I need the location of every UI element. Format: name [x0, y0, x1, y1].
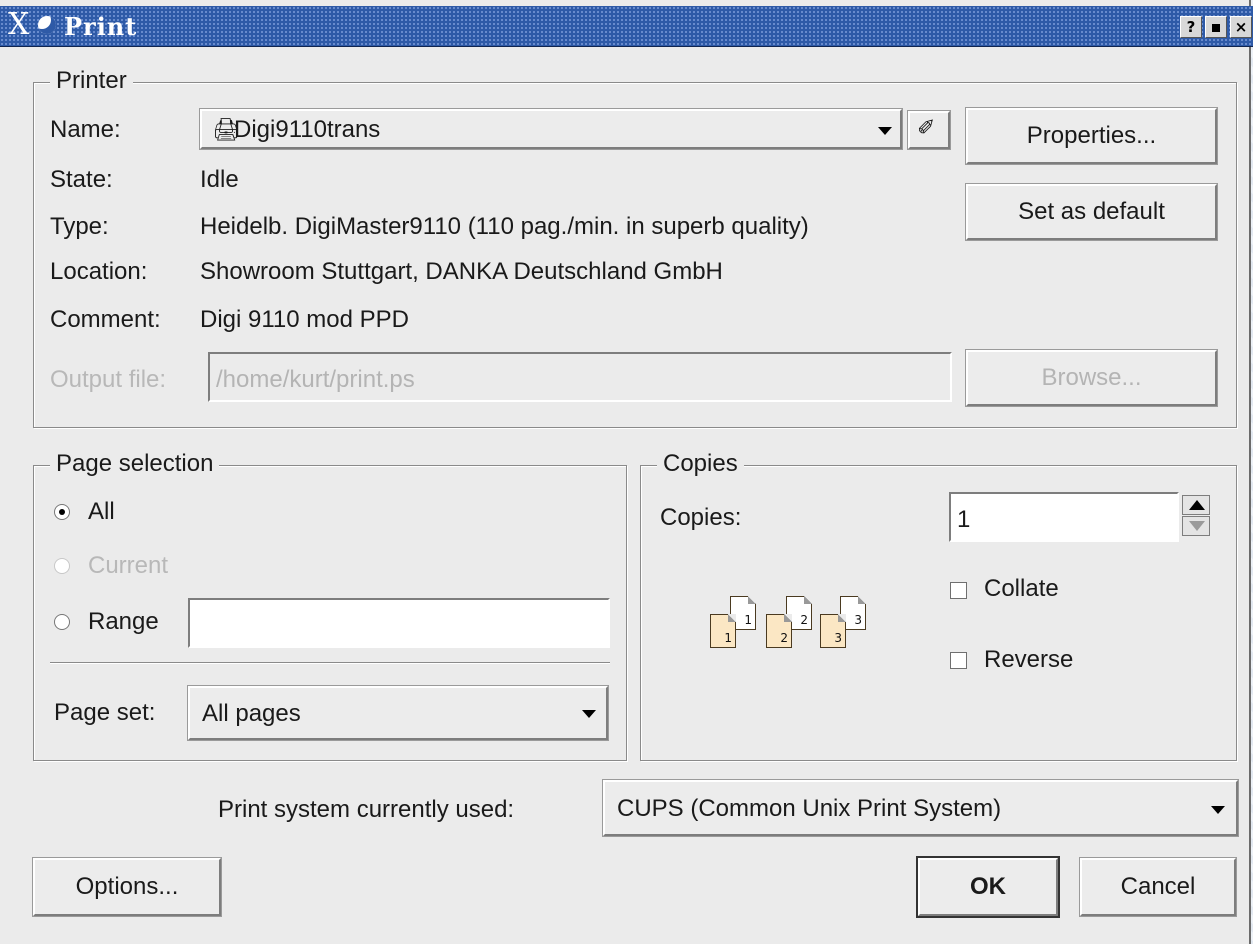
print-system-label: Print system currently used: [218, 796, 515, 823]
page-selection-divider [50, 662, 610, 664]
reverse-checkbox[interactable] [950, 652, 967, 669]
location-value: Showroom Stuttgart, DANKA Deutschland Gm… [200, 258, 723, 285]
x-logo-icon: X [8, 7, 30, 42]
output-file-field[interactable]: /home/kurt/print.ps [208, 352, 952, 402]
type-value: Heidelb. DigiMaster9110 (110 pag./min. i… [200, 213, 809, 240]
spin-down-icon[interactable] [1182, 516, 1210, 536]
range-input[interactable] [188, 598, 610, 648]
radio-range[interactable] [54, 614, 70, 630]
print-dialog: X Print ? × Printer Name: 🖨 Digi9110tran… [0, 0, 1253, 944]
set-default-button[interactable]: Set as default [965, 183, 1218, 241]
properties-button[interactable]: Properties... [965, 107, 1218, 165]
location-label: Location: [50, 258, 148, 285]
comment-value: Digi 9110 mod PPD [200, 306, 409, 333]
spin-up-icon[interactable] [1182, 495, 1210, 515]
page-icon: 1 [710, 614, 736, 648]
comment-label: Comment: [50, 306, 161, 333]
maximize-icon[interactable] [1205, 16, 1227, 38]
output-file-label: Output file: [50, 366, 167, 393]
page-icon: 3 [820, 614, 846, 648]
copies-value: 1 [957, 506, 971, 533]
state-label: State: [50, 166, 113, 193]
radio-all-label[interactable]: All [88, 498, 115, 526]
type-label: Type: [50, 213, 109, 240]
help-icon[interactable]: ? [1180, 16, 1202, 38]
page-icon: 2 [766, 614, 792, 648]
state-value: Idle [200, 166, 239, 193]
pageset-combo[interactable]: All pages [187, 685, 609, 741]
title-bar[interactable]: X Print ? × [0, 6, 1253, 47]
print-system-value: CUPS (Common Unix Print System) [617, 795, 1002, 822]
printer-name-value: Digi9110trans [234, 116, 381, 143]
copies-label: Copies: [660, 504, 742, 531]
page-selection-legend: Page selection [50, 450, 220, 478]
copies-legend: Copies [657, 450, 744, 478]
printer-name-combo[interactable]: 🖨 Digi9110trans [199, 108, 903, 150]
chevron-down-icon [582, 710, 596, 718]
chevron-down-icon [1211, 806, 1225, 814]
collate-label[interactable]: Collate [984, 575, 1059, 603]
radio-current[interactable] [54, 558, 70, 574]
printer-legend: Printer [50, 67, 133, 95]
printer-wizard-button[interactable]: ✐ [907, 110, 951, 150]
chevron-down-icon [878, 127, 892, 135]
radio-current-label[interactable]: Current [88, 552, 168, 580]
radio-all[interactable] [54, 504, 70, 520]
options-button[interactable]: Options... [32, 857, 222, 917]
window-title: Print [64, 12, 138, 41]
pageset-value: All pages [202, 700, 301, 727]
print-system-combo[interactable]: CUPS (Common Unix Print System) [602, 779, 1239, 837]
reverse-label[interactable]: Reverse [984, 646, 1073, 674]
close-icon[interactable]: × [1230, 16, 1252, 38]
wizard-icon: ✐ [917, 115, 936, 140]
cancel-button[interactable]: Cancel [1079, 857, 1237, 917]
browse-button[interactable]: Browse... [965, 349, 1218, 407]
radio-range-label[interactable]: Range [88, 608, 159, 636]
collate-pages-icon: 1 1 2 2 3 3 [710, 592, 880, 672]
pageset-label: Page set: [54, 699, 156, 726]
collate-checkbox[interactable] [950, 582, 967, 599]
name-label: Name: [50, 116, 121, 143]
output-file-value: /home/kurt/print.ps [216, 366, 415, 393]
app-icon [38, 16, 56, 34]
ok-button[interactable]: OK [916, 856, 1060, 918]
copies-input[interactable]: 1 [949, 492, 1179, 542]
